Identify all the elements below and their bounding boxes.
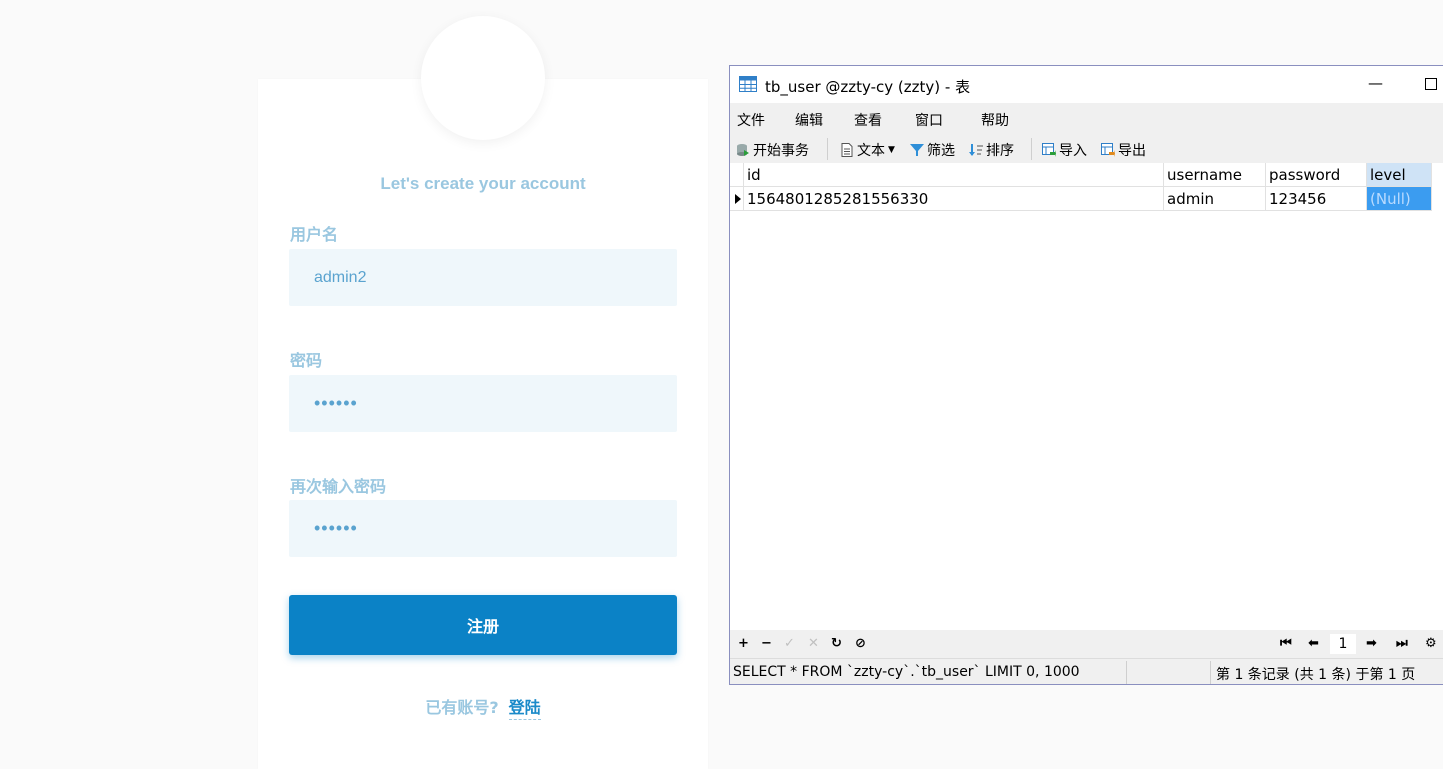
row-selector-header <box>730 163 744 187</box>
status-divider <box>1210 661 1211 684</box>
export-button[interactable]: 导出 <box>1101 140 1146 160</box>
column-header-level[interactable]: level <box>1367 163 1432 187</box>
apply-changes-icon[interactable]: ✓ <box>784 636 795 651</box>
sql-query-text: SELECT * FROM `zzty-cy`.`tb_user` LIMIT … <box>733 664 1080 680</box>
username-label: 用户名 <box>290 225 339 244</box>
login-prompt: 已有账号? 登陆 <box>258 694 708 720</box>
sort-icon <box>969 144 983 156</box>
status-divider <box>1126 661 1127 684</box>
column-header-password[interactable]: password <box>1266 163 1367 187</box>
table-row[interactable]: 1564801285281556330 admin 123456 (Null) <box>730 187 1443 211</box>
menu-help[interactable]: 帮助 <box>981 110 1009 130</box>
last-page-icon[interactable]: ⏭ <box>1396 636 1408 651</box>
maximize-icon[interactable] <box>1425 78 1437 90</box>
column-header-username[interactable]: username <box>1164 163 1266 187</box>
dropdown-caret-icon: ▼ <box>888 145 895 155</box>
avatar <box>421 16 545 140</box>
text-label: 文本 <box>857 143 885 159</box>
filter-label: 筛选 <box>927 143 955 159</box>
previous-page-icon[interactable]: ⬅ <box>1308 636 1319 651</box>
export-label: 导出 <box>1118 143 1146 159</box>
filter-button[interactable]: 筛选 <box>910 140 955 160</box>
record-navigation-bar: + − ✓ ✕ ↻ ⊘ ⏮ ⬅ 1 ➡ ⏭ ⚙ <box>730 630 1443 658</box>
status-bar: SELECT * FROM `zzty-cy`.`tb_user` LIMIT … <box>730 658 1443 684</box>
filter-icon <box>910 144 924 156</box>
sort-label: 排序 <box>986 143 1014 159</box>
password-label: 密码 <box>290 351 323 370</box>
export-icon <box>1101 143 1115 157</box>
grid-header-row: id username password level <box>730 163 1443 187</box>
toolbar-divider <box>827 138 828 160</box>
discard-changes-icon[interactable]: ✕ <box>808 636 819 651</box>
register-card: Let's create your account 用户名 密码 再次输入密码 … <box>258 79 708 769</box>
begin-transaction-label: 开始事务 <box>753 143 809 159</box>
cell-username[interactable]: admin <box>1164 187 1266 211</box>
next-page-icon[interactable]: ➡ <box>1366 636 1377 651</box>
begin-transaction-button[interactable]: 开始事务 <box>736 140 809 160</box>
add-record-icon[interactable]: + <box>738 636 749 651</box>
confirm-password-label: 再次输入密码 <box>290 477 387 496</box>
import-icon <box>1042 143 1056 157</box>
menu-window[interactable]: 窗口 <box>915 110 943 130</box>
cell-level[interactable]: (Null) <box>1367 187 1432 211</box>
toolbar-divider <box>1031 138 1032 160</box>
window-title: tb_user @zzty-cy (zzty) - 表 <box>765 78 971 96</box>
login-link[interactable]: 登陆 <box>508 698 541 720</box>
current-row-icon <box>735 194 741 204</box>
minimize-icon[interactable]: — <box>1368 74 1383 92</box>
import-button[interactable]: 导入 <box>1042 140 1087 160</box>
sort-button[interactable]: 排序 <box>969 140 1014 160</box>
menu-file[interactable]: 文件 <box>737 110 765 130</box>
cell-password[interactable]: 123456 <box>1266 187 1367 211</box>
password-input[interactable] <box>289 375 677 432</box>
table-window: tb_user @zzty-cy (zzty) - 表 — 文件 编辑 查看 窗… <box>729 65 1443 685</box>
cell-id[interactable]: 1564801285281556330 <box>744 187 1164 211</box>
import-label: 导入 <box>1059 143 1087 159</box>
first-page-icon[interactable]: ⏮ <box>1280 636 1292 651</box>
menu-view[interactable]: 查看 <box>854 110 882 130</box>
menu-bar: 文件 编辑 查看 窗口 帮助 <box>730 103 1443 133</box>
settings-gear-icon[interactable]: ⚙ <box>1425 636 1437 651</box>
stop-icon[interactable]: ⊘ <box>855 636 866 651</box>
database-icon <box>737 144 749 156</box>
menu-edit[interactable]: 编辑 <box>795 110 823 130</box>
record-count-text: 第 1 条记录 (共 1 条) 于第 1 页 <box>1216 667 1416 683</box>
text-button[interactable]: 文本 ▼ <box>840 140 895 160</box>
column-header-id[interactable]: id <box>744 163 1164 187</box>
page-number-field[interactable]: 1 <box>1330 634 1356 654</box>
refresh-icon[interactable]: ↻ <box>831 636 842 651</box>
window-titlebar[interactable]: tb_user @zzty-cy (zzty) - 表 — <box>730 66 1443 103</box>
register-title: Let's create your account <box>380 174 586 193</box>
delete-record-icon[interactable]: − <box>761 636 772 651</box>
table-icon <box>739 76 757 92</box>
login-question: 已有账号? <box>425 698 499 717</box>
register-button[interactable]: 注册 <box>289 595 677 655</box>
username-input[interactable] <box>289 249 677 306</box>
document-icon <box>841 143 853 157</box>
confirm-password-input[interactable] <box>289 500 677 557</box>
toolbar: 开始事务 文本 ▼ 筛选 排序 导入 导出 <box>730 133 1443 163</box>
row-selector[interactable] <box>730 187 744 211</box>
